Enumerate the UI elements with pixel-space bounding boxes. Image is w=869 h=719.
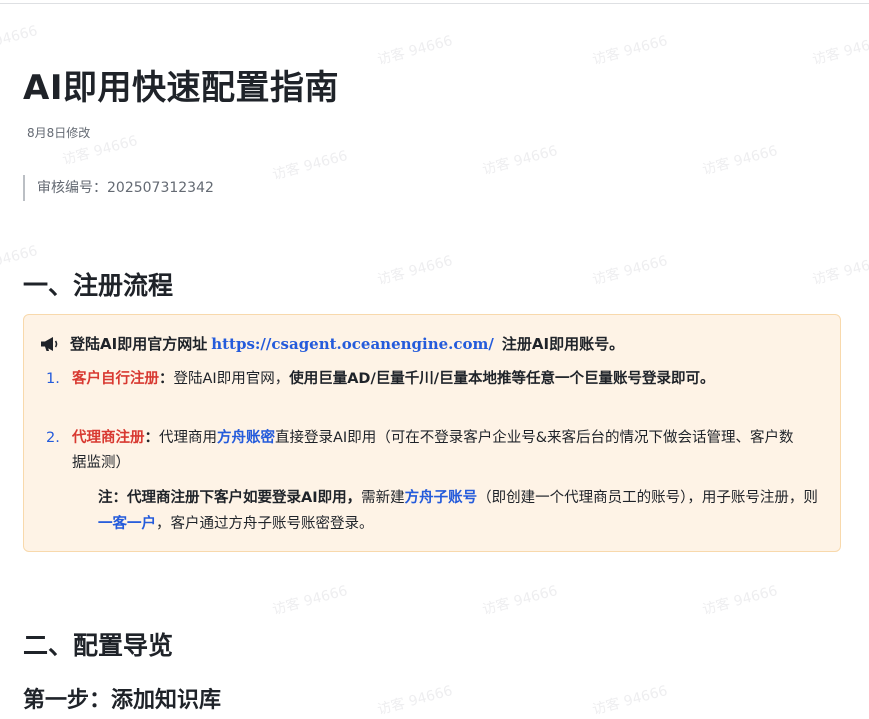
watermark: 访客 94666 [375, 252, 455, 289]
watermark: 访客 94666 [480, 582, 560, 619]
callout-lead: 登陆AI即用官方网址 [70, 335, 208, 353]
list-item: 2. 代理商注册：代理商用方舟账密直接登录AI即用（可在不登录客户企业号&来客后… [46, 426, 807, 476]
list-number: 1. [46, 371, 60, 387]
watermark: 访客 94666 [810, 252, 869, 289]
watermark: 访客 94666 [590, 32, 670, 69]
watermark: 访客 94666 [375, 682, 455, 719]
sub-account-link[interactable]: 方舟子账号 [405, 490, 478, 506]
callout-tail: 注册AI即用账号。 [501, 335, 625, 353]
registration-callout: 登陆AI即用官方网址 https://csagent.oceanengine.co… [23, 314, 841, 552]
watermark: 访客 94666 [270, 147, 350, 184]
item-text: 代理商用 [159, 430, 217, 446]
watermark: 访客 94666 [270, 582, 350, 619]
watermark: 访客 94666 [480, 142, 560, 179]
one-customer-link[interactable]: 一客一户 [98, 516, 156, 532]
fangzhou-account-link[interactable]: 方舟账密 [217, 430, 275, 446]
official-site-link[interactable]: https://csagent.oceanengine.com/ [211, 335, 494, 353]
list-item: 1. 客户自行注册：登陆AI即用官网，使用巨量AD/巨量千川/巨量本地推等任意一… [46, 367, 807, 392]
watermark: 访客 94666 [590, 682, 670, 719]
note-bold: 注：代理商注册下客户如要登录AI即用， [98, 490, 362, 506]
callout-header: 登陆AI即用官方网址 https://csagent.oceanengine.co… [40, 333, 624, 356]
megaphone-icon [40, 336, 62, 356]
item-colon: ： [159, 371, 174, 387]
list-number: 2. [46, 430, 60, 446]
top-divider [0, 3, 869, 4]
watermark: 访客 94666 [700, 142, 780, 179]
page-title: AI即用快速配置指南 [23, 68, 339, 108]
item-colon: ： [144, 430, 160, 446]
modified-time: 8月8日修改 [27, 126, 91, 140]
watermark: 访客 94666 [375, 32, 455, 69]
item-label: 客户自行注册 [72, 371, 159, 387]
section-heading-config: 二、配置导览 [23, 631, 174, 660]
watermark: 访客 94666 [700, 582, 780, 619]
step-heading: 第一步：添加知识库 [23, 688, 222, 713]
item-label: 代理商注册 [72, 430, 145, 446]
note-text: ，客户通过方舟子账号账密登录。 [156, 516, 374, 532]
watermark: 访客 94666 [810, 32, 869, 69]
item-text: 登陆AI即用官网， [173, 371, 290, 387]
watermark: 访客 94666 [590, 252, 670, 289]
note-text: 需新建 [361, 490, 405, 506]
audit-number-quote: 审核编号：202507312342 [23, 175, 214, 201]
item-text-bold: 使用巨量AD/巨量千川/巨量本地推等任意一个巨量账号登录即可。 [289, 371, 715, 387]
section-heading-registration: 一、注册流程 [23, 271, 174, 300]
watermark: 访客 94666 [0, 22, 40, 58]
note-text: （即创建一个代理商员工的账号），用子账号注册，则 [477, 490, 818, 506]
agent-note: 注：代理商注册下客户如要登录AI即用，需新建方舟子账号（即创建一个代理商员工的账… [98, 485, 828, 537]
